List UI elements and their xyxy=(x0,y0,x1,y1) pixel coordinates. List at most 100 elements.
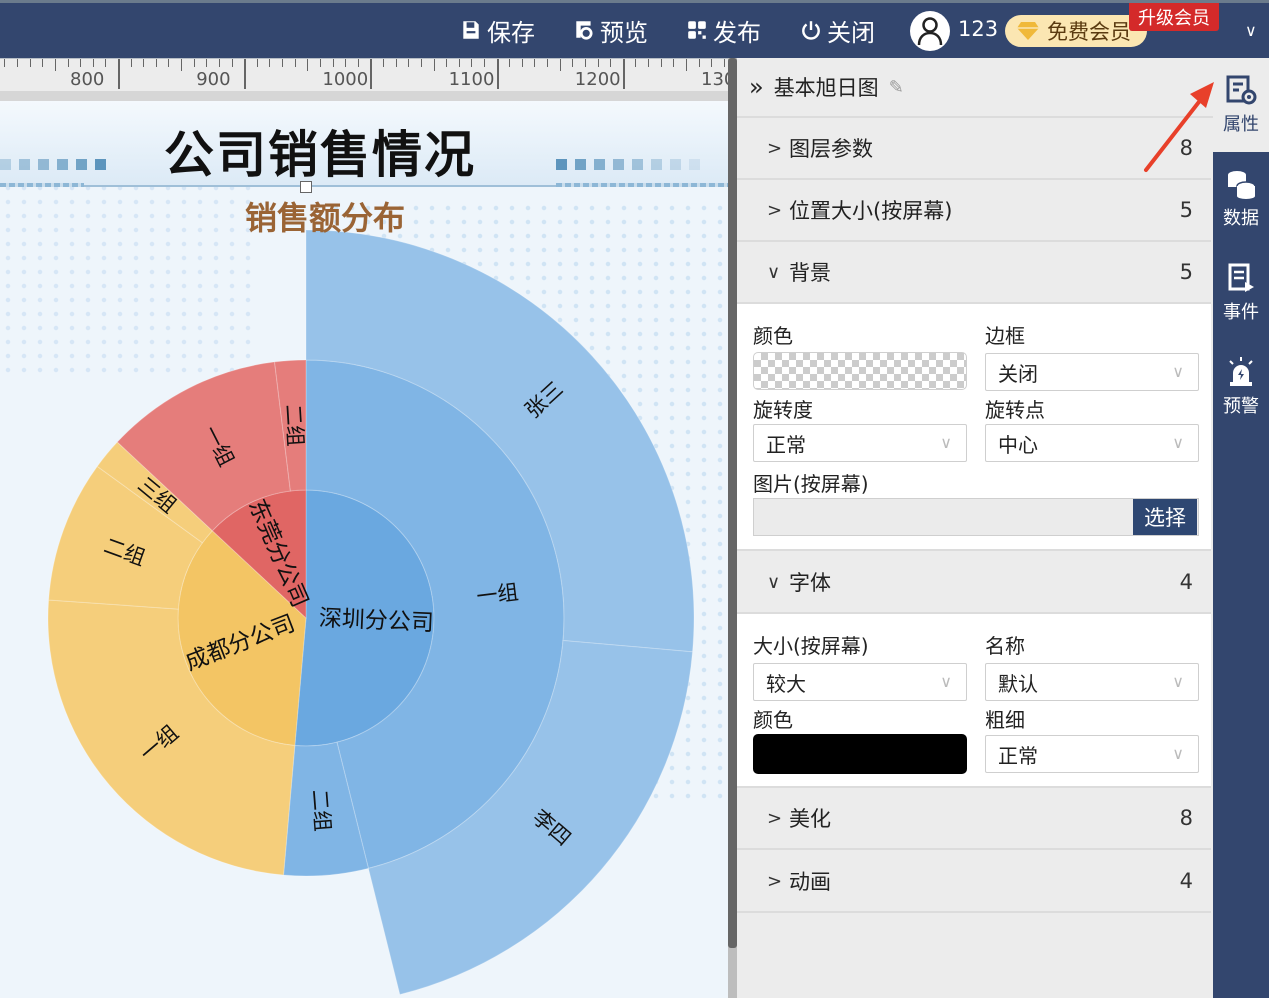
ruler-tick xyxy=(534,59,536,67)
ruler-tick xyxy=(155,59,157,67)
ruler-tick xyxy=(559,59,561,71)
ruler-tick xyxy=(698,59,700,67)
ruler-tick xyxy=(496,59,499,89)
ruler-tick xyxy=(294,59,296,67)
ruler-tick xyxy=(622,59,625,89)
ruler-tick xyxy=(130,59,132,67)
publish-button[interactable]: 发布 xyxy=(686,13,761,47)
preview-icon xyxy=(576,21,593,40)
ruler-label: 1300 xyxy=(701,69,728,90)
bg-color-label: 颜色 xyxy=(753,324,793,348)
vip-badge[interactable]: 免费会员 xyxy=(1005,15,1147,47)
section-label: 动画 xyxy=(789,870,831,894)
database-icon xyxy=(1228,171,1256,199)
property-panel: » 基本旭日图 ✎ > 图层参数 8 > 位置大小(按屏幕) 5 ∨ 背景 5 … xyxy=(737,58,1213,998)
tab-label: 预警 xyxy=(1223,396,1259,417)
ruler-tick xyxy=(635,59,637,67)
ruler-tick xyxy=(357,59,359,67)
collapse-panel-icon[interactable]: » xyxy=(749,73,764,101)
section-animation[interactable]: > 动画 4 xyxy=(737,851,1211,913)
border-select[interactable]: 关闭 ∨ xyxy=(985,353,1199,391)
section-position-size[interactable]: > 位置大小(按屏幕) 5 xyxy=(737,180,1211,242)
sunburst-label: 二组 xyxy=(308,789,335,833)
ruler-tick xyxy=(17,59,19,67)
border-value: 关闭 xyxy=(998,361,1038,386)
save-button[interactable]: 保存 xyxy=(460,13,535,47)
section-count: 8 xyxy=(1179,806,1193,830)
avatar[interactable] xyxy=(910,11,950,51)
ruler-tick xyxy=(433,59,435,71)
ruler-tick xyxy=(29,59,31,67)
chevron-down-icon: ∨ xyxy=(767,571,781,593)
resize-handle[interactable] xyxy=(300,181,312,193)
border-label: 边框 xyxy=(985,324,1025,348)
horizontal-ruler: 800 900 1000 1100 1200 1300 xyxy=(0,58,728,91)
font-name-select[interactable]: 默认 ∨ xyxy=(985,663,1199,701)
ruler-tick xyxy=(206,59,208,67)
choose-image-button[interactable]: 选择 xyxy=(1133,499,1197,535)
component-name: 基本旭日图 xyxy=(773,76,879,100)
close-button[interactable]: 关闭 xyxy=(800,13,875,47)
section-count: 5 xyxy=(1179,260,1193,284)
ruler-tick xyxy=(521,59,523,67)
font-size-value: 较大 xyxy=(766,671,806,696)
preview-label: 预览 xyxy=(600,18,648,47)
section-label: 图层参数 xyxy=(789,137,873,161)
rotation-select[interactable]: 正常 ∨ xyxy=(753,424,967,462)
ruler-tick xyxy=(42,59,44,67)
vip-label: 免费会员 xyxy=(1047,20,1131,44)
ruler-tick xyxy=(509,59,511,67)
ruler-tick xyxy=(572,59,574,67)
chevron-down-icon: ∨ xyxy=(940,433,952,452)
account-dropdown-icon[interactable]: ∨ xyxy=(1245,21,1257,40)
chevron-down-icon: ∨ xyxy=(1172,744,1184,763)
ruler-tick xyxy=(345,59,347,67)
section-background[interactable]: ∨ 背景 5 xyxy=(737,242,1211,304)
chevron-right-icon: > xyxy=(767,137,783,159)
font-settings: 大小(按屏幕) 较大 ∨ 名称 默认 ∨ 颜色 粗细 正常 ∨ xyxy=(737,614,1211,788)
canvas-scrollbar[interactable] xyxy=(728,58,737,998)
save-label: 保存 xyxy=(487,18,535,47)
ruler-divider xyxy=(0,91,728,101)
font-color-picker[interactable] xyxy=(753,734,967,774)
design-canvas[interactable]: 公司销售情况 深圳分公司 一组 张三 李四 二组 成都分公司 一组 二组 三组 东莞分公司 一组 二组… xyxy=(0,101,728,998)
ruler-tick xyxy=(597,59,599,67)
pivot-select[interactable]: 中心 ∨ xyxy=(985,424,1199,462)
ruler-tick xyxy=(395,59,397,67)
tab-events[interactable]: 事件 xyxy=(1213,246,1269,340)
bg-color-picker[interactable] xyxy=(753,352,967,390)
section-label: 背景 xyxy=(789,261,831,285)
ruler-tick xyxy=(370,59,373,89)
section-label: 位置大小(按屏幕) xyxy=(789,199,953,223)
image-label: 图片(按屏幕) xyxy=(753,472,869,496)
scrollbar-thumb[interactable] xyxy=(728,58,737,948)
tab-alerts[interactable]: 预警 xyxy=(1213,340,1269,434)
properties-icon xyxy=(1226,75,1257,105)
chevron-down-icon: ∨ xyxy=(1172,433,1184,452)
upgrade-button[interactable]: 升级会员 xyxy=(1129,3,1219,31)
pencil-icon[interactable]: ✎ xyxy=(889,77,904,98)
ruler-tick xyxy=(4,59,6,67)
ruler-tick xyxy=(282,59,284,67)
ruler-tick xyxy=(244,59,247,89)
pivot-value: 中心 xyxy=(998,432,1038,457)
section-font[interactable]: ∨ 字体 4 xyxy=(737,552,1211,614)
tab-properties[interactable]: 属性 xyxy=(1213,58,1269,152)
event-icon xyxy=(1228,263,1254,292)
preview-button[interactable]: 预览 xyxy=(573,13,648,47)
ruler-tick xyxy=(584,59,586,67)
tab-data[interactable]: 数据 xyxy=(1213,152,1269,246)
ruler-tick xyxy=(673,59,675,67)
diamond-icon xyxy=(1017,22,1039,40)
font-size-select[interactable]: 较大 ∨ xyxy=(753,663,967,701)
font-weight-label: 粗细 xyxy=(985,708,1025,732)
tab-label: 属性 xyxy=(1223,114,1259,135)
font-weight-select[interactable]: 正常 ∨ xyxy=(985,735,1199,773)
chevron-right-icon: > xyxy=(767,199,783,221)
section-beautify[interactable]: > 美化 8 xyxy=(737,788,1211,850)
ruler-label: 1000 xyxy=(322,69,369,90)
font-name-value: 默认 xyxy=(998,671,1038,696)
tab-label: 事件 xyxy=(1223,302,1259,323)
ruler-tick xyxy=(80,59,82,67)
ruler-tick xyxy=(307,59,309,71)
